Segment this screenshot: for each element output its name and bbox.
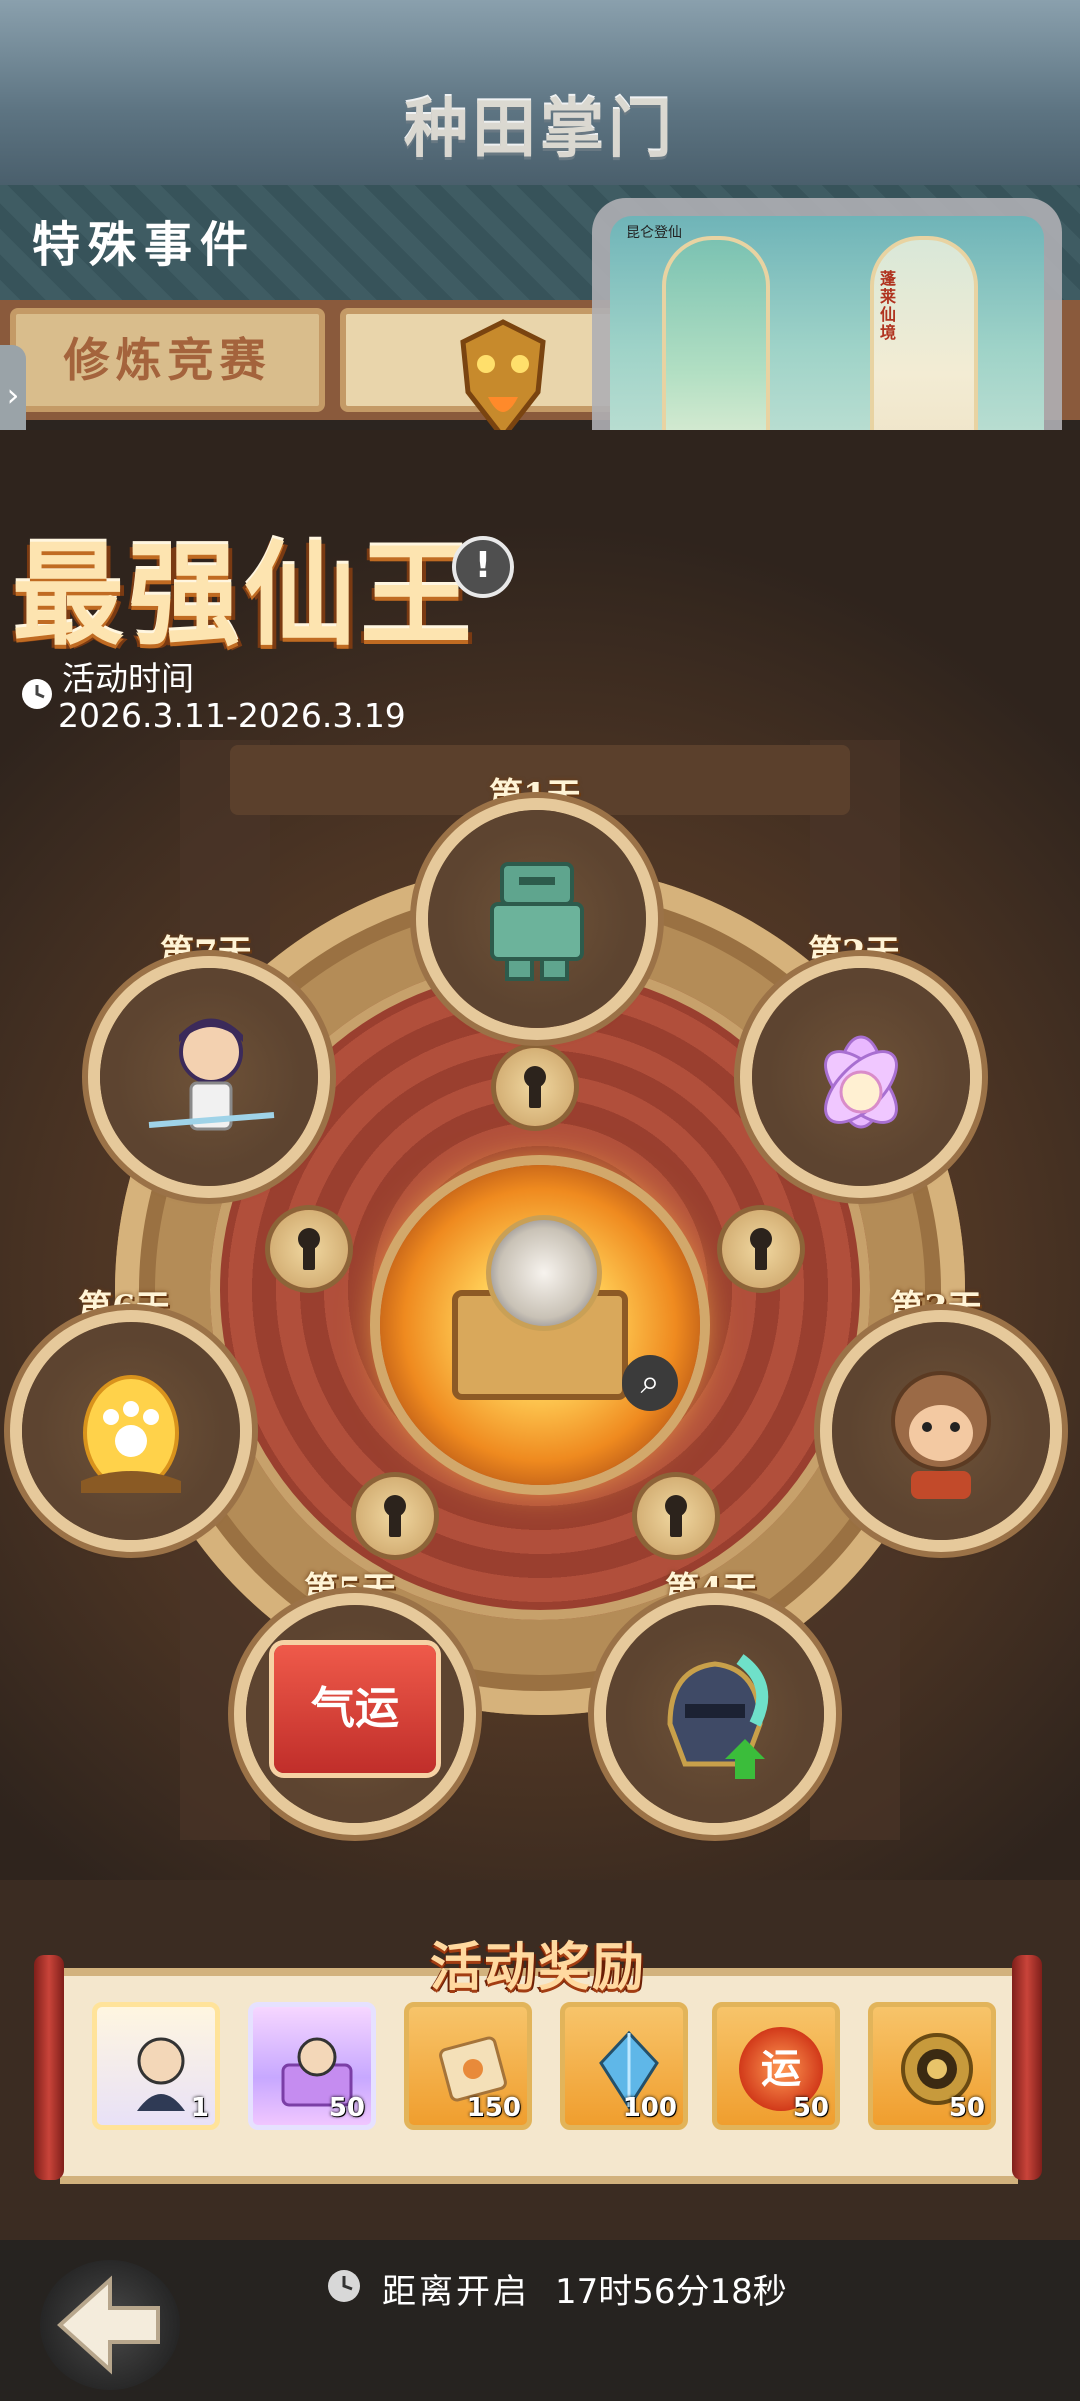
magnify-icon[interactable]: ⌕: [622, 1355, 678, 1411]
day-3-slot[interactable]: [832, 1322, 1050, 1540]
lotus-icon: [824, 1035, 898, 1129]
lock-icon: [356, 1477, 434, 1555]
lock-icon: [637, 1477, 715, 1555]
hero-portrait-icon: [486, 1215, 602, 1331]
reward-title: 活动奖励: [430, 1937, 647, 1998]
day-7-slot[interactable]: [100, 968, 318, 1186]
reward-item[interactable]: 150: [404, 2002, 532, 2130]
back-button[interactable]: [40, 2260, 180, 2390]
day-7-label: 第7天: [160, 933, 252, 973]
day-6-slot[interactable]: [22, 1322, 240, 1540]
tab-cultivation-contest[interactable]: 修炼竞赛: [10, 308, 325, 412]
day-4-label: 第4天: [665, 1570, 757, 1610]
helmet-upgrade-icon: [667, 1654, 769, 1779]
preview-card-title: 昆仑登仙: [626, 225, 682, 241]
day-1-slot[interactable]: [428, 810, 646, 1028]
reward-count: 150: [466, 2093, 521, 2123]
reward-count: 50: [328, 2093, 365, 2123]
back-arrow-icon: [57, 2275, 160, 2375]
jade-statue-icon: [490, 862, 584, 981]
day-2-label: 第2天: [808, 933, 900, 973]
event-time-label: 活动时间: [62, 659, 194, 698]
reward-count: 50: [948, 2093, 985, 2123]
day-4-slot[interactable]: [606, 1605, 824, 1823]
scroll-rod-right: [1012, 1955, 1042, 2180]
day-2-slot[interactable]: [752, 968, 970, 1186]
preview-card-title: 蓬莱仙境: [880, 269, 897, 342]
game-logo: 种田掌门人: [404, 92, 676, 267]
clock-icon: [22, 679, 52, 709]
event-time-range: 2026.3.11-2026.3.19: [58, 696, 406, 735]
clock-icon: [328, 2270, 360, 2302]
swordsman-icon: [148, 1018, 275, 1131]
reward-count: 100: [622, 2093, 677, 2123]
countdown-timer: 17时56分18秒: [555, 2272, 787, 2312]
section-title: 特殊事件: [32, 217, 257, 273]
day-5-slot[interactable]: 气运: [246, 1605, 464, 1823]
lock-icon: [722, 1210, 800, 1288]
reward-item[interactable]: 50: [868, 2002, 996, 2130]
event-title: 最强仙王: [12, 530, 476, 661]
reward-item[interactable]: 1: [92, 2002, 220, 2130]
luck-card-icon: 气运: [274, 1645, 436, 1773]
info-icon[interactable]: !: [452, 536, 514, 598]
monkey-king-icon: [891, 1371, 991, 1499]
lock-icon: [496, 1048, 574, 1126]
reward-count: 1: [190, 2093, 209, 2123]
reward-item[interactable]: 50: [248, 2002, 376, 2130]
scroll-rod-left: [34, 1955, 64, 2180]
countdown-label: 距离开启: [382, 2272, 530, 2312]
paw-egg-icon: [81, 1375, 181, 1493]
dragon-emblem-icon: [460, 319, 546, 442]
day-5-label: 第5天: [304, 1570, 396, 1610]
reward-item[interactable]: 100: [560, 2002, 688, 2130]
lock-icon: [270, 1210, 348, 1288]
reward-count: 50: [792, 2093, 829, 2123]
reward-item[interactable]: 运 50: [712, 2002, 840, 2130]
